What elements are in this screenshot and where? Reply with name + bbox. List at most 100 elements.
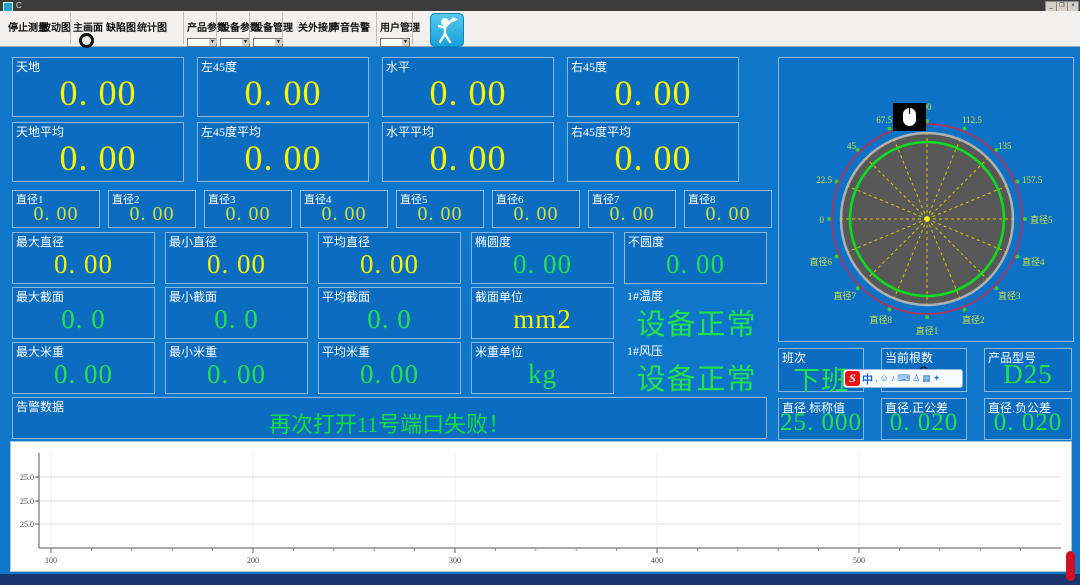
svg-text:157.5: 157.5 bbox=[1022, 175, 1043, 185]
measure-value: 0. 00 bbox=[472, 249, 613, 280]
diameter-value: 0. 00 bbox=[109, 203, 195, 226]
measure-box: 最大截面 0. 0 bbox=[12, 287, 155, 339]
plus-tol-box: 直径.正公差 0. 020 bbox=[881, 398, 967, 440]
measure-value: 0. 00 bbox=[383, 72, 553, 114]
svg-text:0: 0 bbox=[820, 215, 825, 225]
svg-text:200: 200 bbox=[247, 556, 259, 565]
device-manage-dropdown[interactable]: ▼ bbox=[253, 38, 283, 47]
ime-toolbar[interactable]: S 中 , ☺ ♪ ⌨ ♙ ▦ ✦ bbox=[843, 369, 963, 388]
main-screen-button[interactable]: 主画面 bbox=[73, 19, 103, 34]
measure-label: 平均直径 bbox=[322, 233, 370, 250]
measure-label: 最大米重 bbox=[16, 343, 64, 360]
device-params-dropdown[interactable]: ▼ bbox=[220, 38, 250, 47]
svg-text:25.0: 25.0 bbox=[20, 497, 34, 506]
svg-text:100: 100 bbox=[45, 556, 57, 565]
diameter-box: 直径6 0. 00 bbox=[492, 190, 580, 228]
toolbar: 停止测量 波动图 主画面 缺陷图 统计图 产品参数 ▼ 设备参数 ▼ 设备管理 … bbox=[0, 11, 1080, 47]
diameter-box: 直径2 0. 00 bbox=[108, 190, 196, 228]
defect-chart-button[interactable]: 缺陷图 bbox=[106, 19, 136, 34]
polar-diameter-chart: 90 112.5 135 157.5 直径5 直径4 直径3 直径2 直径1 直… bbox=[779, 58, 1073, 341]
measure-value: 0. 00 bbox=[198, 137, 368, 179]
chevron-down-icon: ▼ bbox=[402, 39, 409, 46]
svg-text:直径3: 直径3 bbox=[998, 290, 1021, 301]
diameter-box: 直径7 0. 00 bbox=[588, 190, 676, 228]
measure-value: mm2 bbox=[472, 304, 613, 335]
measure-value: 0. 0 bbox=[319, 304, 460, 335]
status-value: 设备正常 bbox=[624, 301, 769, 343]
model-value: D25 bbox=[985, 359, 1071, 390]
measure-box: 最小米重 0. 00 bbox=[165, 342, 308, 394]
measure-label: 不圆度 bbox=[628, 233, 664, 250]
device-manage-button[interactable]: 设备管理 bbox=[253, 19, 293, 34]
diameter-value: 0. 00 bbox=[13, 203, 99, 226]
measure-label: 米重单位 bbox=[475, 343, 523, 360]
toolbar-separator bbox=[412, 12, 413, 44]
measure-value: 0. 00 bbox=[383, 137, 553, 179]
record-ring-icon bbox=[79, 33, 94, 48]
measurement-app-window: C _ ❐ × 停止测量 波动图 主画面 缺陷图 统计图 产品参数 ▼ 设备参数… bbox=[0, 0, 1080, 585]
model-box: 产品型号 D25 bbox=[984, 348, 1072, 392]
svg-text:直径8: 直径8 bbox=[869, 314, 892, 325]
product-params-dropdown[interactable]: ▼ bbox=[187, 38, 217, 47]
minus-tol-value: 0. 020 bbox=[985, 409, 1071, 437]
cursor-overlay-icon bbox=[893, 103, 926, 131]
measure-label: 最小直径 bbox=[169, 233, 217, 250]
svg-text:22.5: 22.5 bbox=[816, 175, 832, 185]
measure-box: 左45度 0. 00 bbox=[197, 57, 369, 117]
emoji-icon[interactable]: ☺ bbox=[880, 371, 889, 386]
user-manage-dropdown[interactable]: ▼ bbox=[380, 38, 410, 47]
svg-text:直径4: 直径4 bbox=[1022, 256, 1045, 267]
polar-chart-panel: 90 112.5 135 157.5 直径5 直径4 直径3 直径2 直径1 直… bbox=[778, 57, 1074, 342]
nominal-value: 25. 000 bbox=[779, 409, 863, 437]
diameter-value: 0. 00 bbox=[493, 203, 579, 226]
svg-text:67.5: 67.5 bbox=[876, 115, 892, 125]
diameter-box: 直径1 0. 00 bbox=[12, 190, 100, 228]
svg-text:直径5: 直径5 bbox=[1030, 214, 1053, 225]
measure-value: 0. 00 bbox=[13, 137, 183, 179]
measure-box: 左45度平均 0. 00 bbox=[197, 122, 369, 182]
toolbar-separator bbox=[282, 12, 283, 44]
statistics-chart-button[interactable]: 统计图 bbox=[137, 19, 167, 34]
sound-alarm-button[interactable]: 声音告警 bbox=[330, 19, 370, 34]
measure-label: 最大直径 bbox=[16, 233, 64, 250]
measure-label: 平均米重 bbox=[322, 343, 370, 360]
svg-text:直径7: 直径7 bbox=[833, 290, 856, 301]
diameter-box: 直径8 0. 00 bbox=[684, 190, 772, 228]
measure-box: 平均直径 0. 00 bbox=[318, 232, 461, 284]
soft-keyboard-icon[interactable]: ⌨ bbox=[897, 371, 910, 386]
toolbar-separator bbox=[183, 12, 184, 44]
measure-value: 0. 00 bbox=[13, 249, 154, 280]
nominal-box: 直径.标称值 25. 000 bbox=[778, 398, 864, 440]
punctuation-icon[interactable]: , bbox=[875, 371, 878, 386]
measure-box: 水平 0. 00 bbox=[382, 57, 554, 117]
toolbox-icon[interactable]: ✦ bbox=[933, 371, 941, 386]
measure-box: 平均米重 0. 00 bbox=[318, 342, 461, 394]
user-manage-button[interactable]: 用户管理 bbox=[380, 19, 420, 34]
measure-label: 平均截面 bbox=[322, 288, 370, 305]
sogou-logo-icon[interactable]: S bbox=[845, 371, 860, 386]
measure-value: 0. 00 bbox=[166, 249, 307, 280]
voice-input-icon[interactable]: ♪ bbox=[891, 371, 896, 386]
measure-box: 天地平均 0. 00 bbox=[12, 122, 184, 182]
measure-value: 0. 00 bbox=[568, 72, 738, 114]
svg-text:300: 300 bbox=[449, 556, 461, 565]
measure-value: 0. 0 bbox=[166, 304, 307, 335]
chevron-down-icon: ▼ bbox=[242, 39, 249, 46]
measure-value: 0. 00 bbox=[625, 249, 766, 280]
measure-value: 0. 00 bbox=[13, 72, 183, 114]
person-icon[interactable]: ♙ bbox=[912, 371, 920, 386]
plus-tol-value: 0. 020 bbox=[882, 409, 966, 437]
window-bottom-edge bbox=[0, 574, 1080, 585]
diameter-box: 直径3 0. 00 bbox=[204, 190, 292, 228]
diameter-value: 0. 00 bbox=[397, 203, 483, 226]
alarm-message: 再次打开11号端口失败！ bbox=[13, 407, 766, 439]
measure-box: 右45度平均 0. 00 bbox=[567, 122, 739, 182]
ime-language-toggle[interactable]: 中 bbox=[862, 371, 873, 387]
svg-text:135: 135 bbox=[998, 141, 1012, 151]
svg-text:25.0: 25.0 bbox=[20, 520, 34, 529]
measure-value: 0. 00 bbox=[166, 359, 307, 390]
svg-text:直径2: 直径2 bbox=[962, 314, 985, 325]
operator-run-button[interactable] bbox=[430, 13, 464, 47]
skin-icon[interactable]: ▦ bbox=[922, 371, 931, 386]
fluctuation-chart-button[interactable]: 波动图 bbox=[41, 19, 71, 34]
